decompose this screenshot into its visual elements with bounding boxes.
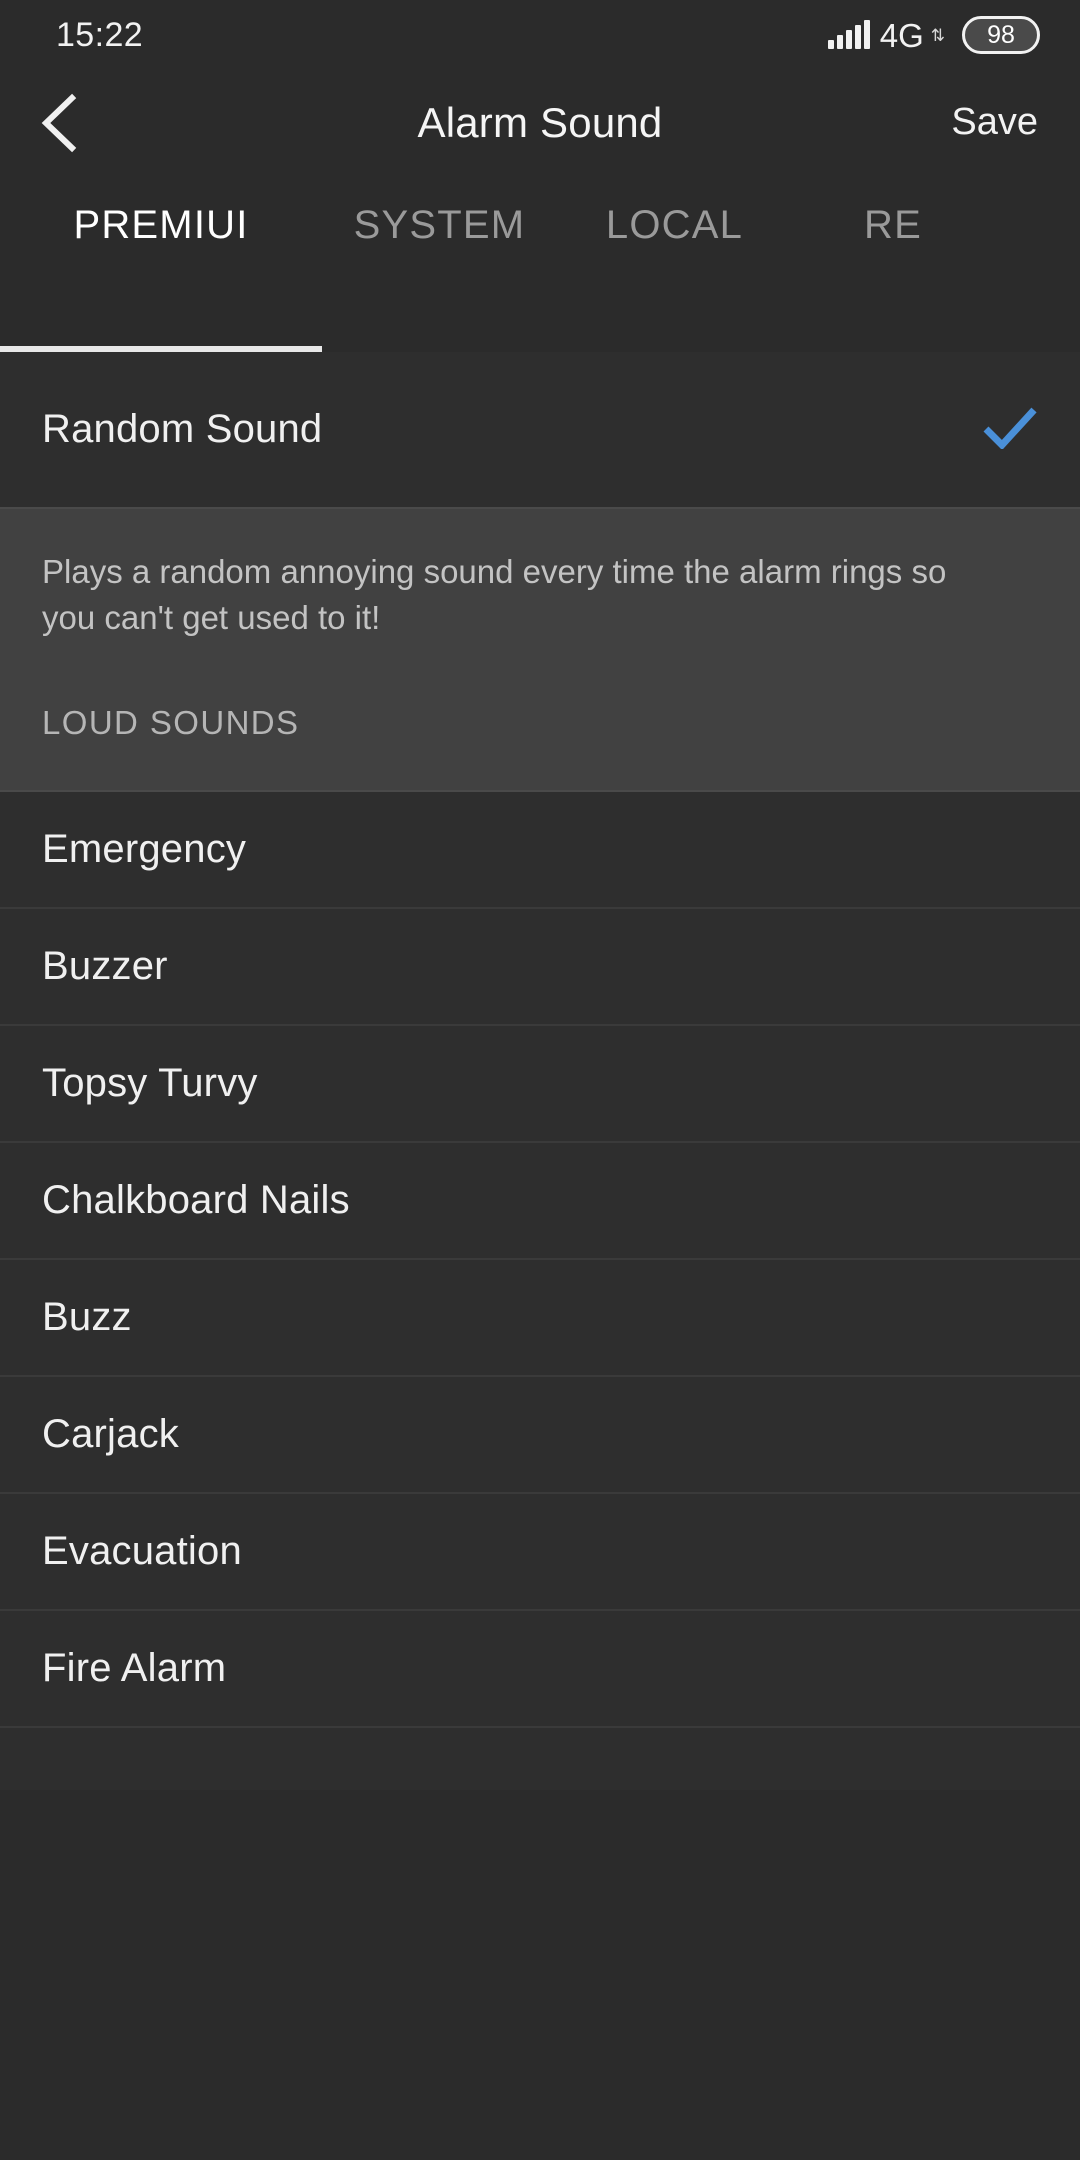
list-item-random-sound[interactable]: Random Sound	[0, 352, 1080, 507]
tab-local[interactable]: LOCAL	[557, 203, 792, 248]
list-item-fire-alarm[interactable]: Fire Alarm	[0, 1611, 1080, 1729]
list-item-label: Carjack	[42, 1412, 179, 1457]
status-bar: 15:22 4G ⇅ 98	[0, 0, 1080, 70]
page-title: Alarm Sound	[417, 98, 663, 146]
save-button[interactable]: Save	[951, 101, 1038, 144]
list-item-label: Chalkboard Nails	[42, 1178, 350, 1223]
battery-percent-label: 98	[987, 20, 1015, 49]
check-icon	[982, 405, 1038, 454]
list-item-label: Emergency	[42, 827, 247, 872]
tab-recorded[interactable]: RE	[792, 203, 1027, 248]
random-sound-info-panel: Plays a random annoying sound every time…	[0, 507, 1080, 791]
tab-system[interactable]: SYSTEM	[322, 203, 557, 248]
status-bar-clock: 15:22	[56, 15, 144, 54]
signal-bars-icon	[827, 20, 870, 49]
tab-bar: PREMIUI SYSTEM LOCAL RE	[0, 175, 1080, 352]
status-bar-indicators: 4G ⇅ 98	[827, 16, 1040, 54]
list-item-label: Evacuation	[42, 1529, 242, 1574]
section-header-loud-sounds: LOUD SOUNDS	[42, 704, 300, 742]
list-item-label: Random Sound	[42, 407, 323, 451]
list-item-label: Buzzer	[42, 944, 168, 989]
list-item-buzzer[interactable]: Buzzer	[0, 909, 1080, 1027]
list-item-chalkboard-nails[interactable]: Chalkboard Nails	[0, 1143, 1080, 1261]
list-item-carjack[interactable]: Carjack	[0, 1377, 1080, 1495]
list-item-evacuation[interactable]: Evacuation	[0, 1494, 1080, 1612]
list-item-label: Topsy Turvy	[42, 1061, 258, 1106]
sound-list: Random Sound Plays a random annoying sou…	[0, 352, 1080, 1791]
back-button[interactable]	[0, 70, 120, 175]
toolbar: Alarm Sound Save	[0, 70, 1080, 175]
network-type-label: 4G	[879, 16, 924, 54]
list-item-buzz[interactable]: Buzz	[0, 1260, 1080, 1378]
back-chevron-icon	[41, 93, 77, 152]
list-item-emergency[interactable]: Emergency	[0, 792, 1080, 910]
list-item-label: Buzz	[42, 1295, 132, 1340]
list-item-label: Fire Alarm	[42, 1646, 227, 1691]
list-item-topsy-turvy[interactable]: Topsy Turvy	[0, 1026, 1080, 1144]
list-item-partial[interactable]	[0, 1728, 1080, 1791]
random-sound-description: Plays a random annoying sound every time…	[42, 553, 947, 636]
tab-premiui[interactable]: PREMIUI	[0, 203, 322, 248]
data-transfer-arrows-icon: ⇅	[930, 25, 945, 45]
battery-icon: 98	[962, 16, 1040, 54]
